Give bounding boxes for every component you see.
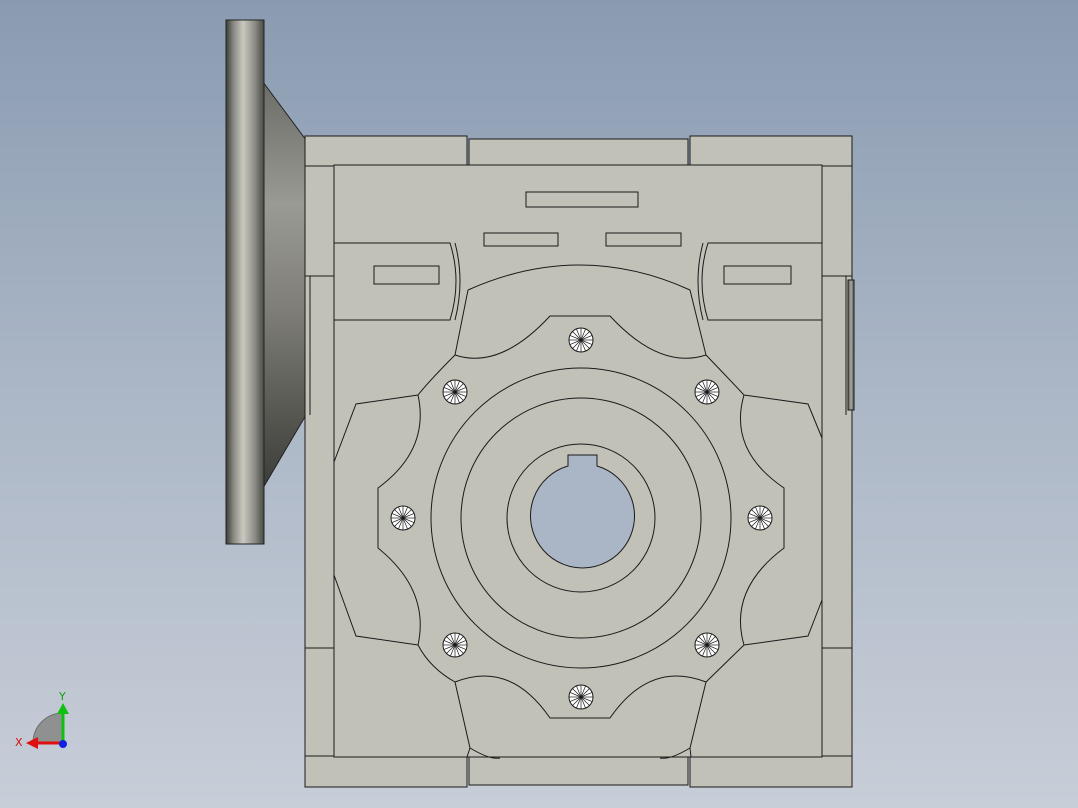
housing-outer-right-top <box>689 135 853 167</box>
slot-top <box>525 191 639 208</box>
coordinate-triad: Y X <box>15 690 69 749</box>
bolt-hole <box>694 632 720 658</box>
bolt-hole <box>568 327 594 353</box>
housing-outer-center-bottom <box>468 755 689 786</box>
housing-outer-left-bottom <box>304 755 468 788</box>
bolt-hole <box>694 379 720 405</box>
bolt-hole <box>747 505 773 531</box>
triad-y-arrow <box>57 703 69 714</box>
flange-disc <box>225 19 265 545</box>
worm-boss-right <box>697 242 823 321</box>
bolt-hole <box>442 632 468 658</box>
triad-x-label: X <box>15 736 23 749</box>
triad-x-arrow <box>26 737 38 749</box>
housing-side-left <box>304 165 336 787</box>
slot-mid-left <box>483 232 559 247</box>
cad-viewport[interactable]: Y X <box>0 0 1078 808</box>
slot-mid-right <box>605 232 682 247</box>
housing-side-right <box>821 165 853 787</box>
triad-y-label: Y <box>58 690 66 703</box>
worm-boss-left <box>333 242 461 321</box>
housing-outer-center-top <box>468 138 689 167</box>
housing-outer-right-bottom <box>689 755 853 788</box>
bolt-hole <box>568 684 594 710</box>
triad-z-axis <box>59 740 67 748</box>
motor-flange[interactable] <box>225 19 307 545</box>
housing-outer-left-top <box>304 135 468 167</box>
flange-cone <box>262 80 307 490</box>
bolt-hole <box>442 379 468 405</box>
bolt-hole <box>390 505 416 531</box>
